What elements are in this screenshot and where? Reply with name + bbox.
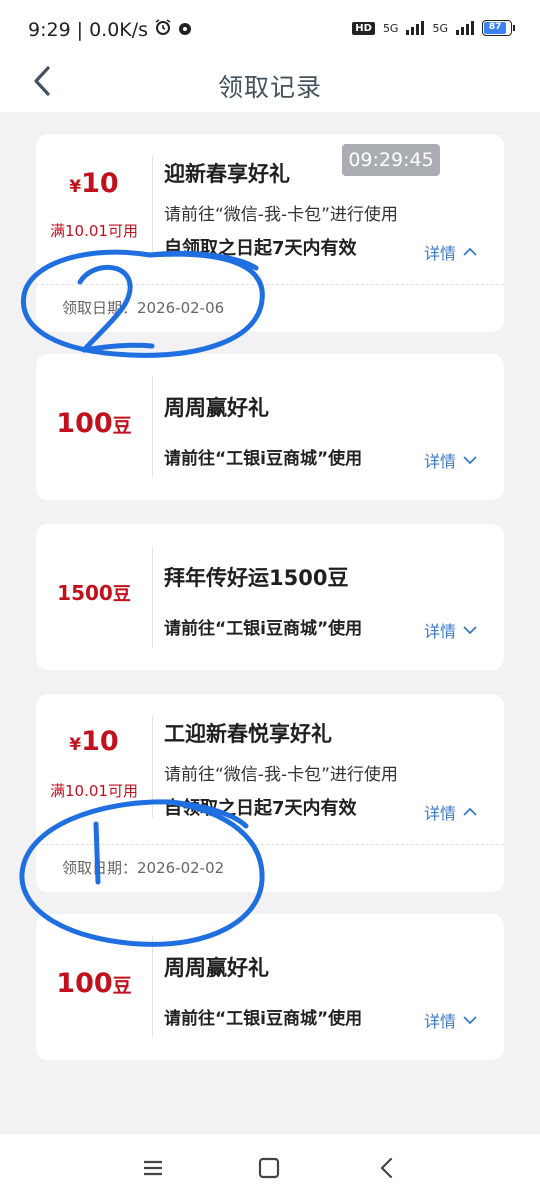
price: 100豆 [36,968,152,999]
card-divider [152,156,153,258]
page-title: 领取记录 [217,73,322,102]
status-net-speed: 0.0K/s [89,18,149,41]
status-time: 9:29 [28,18,71,41]
price-currency: ¥ [69,735,82,755]
detail-label: 详情 [424,452,457,471]
card-title: 工迎新春悦享好礼 [164,722,332,746]
notification-dot-icon [178,19,192,41]
detail-toggle[interactable]: 详情 [424,448,478,472]
status-right: HD 5G 5G 87 [352,20,515,36]
alarm-icon [154,18,172,41]
record-card-main: ¥10 满10.01可用 工迎新春悦享好礼 请前往“微信-我-卡包”进行使用 自… [36,694,504,840]
card-divider [152,376,153,478]
chevron-up-icon [463,247,477,256]
status-bar: 9:29 | 0.0K/s HD 5G 5G 87 [0,0,540,60]
record-list[interactable]: ¥10 满10.01可用 迎新春享好礼 请前往“微信-我-卡包”进行使用 自领取… [0,112,540,1134]
signal-label-1: 5G [382,21,399,35]
chevron-down-icon [463,456,477,465]
status-separator: | [76,18,84,41]
card-right: 迎新春享好礼 请前往“微信-我-卡包”进行使用 自领取之日起7天内有效 详情 [164,134,500,280]
price-unit: 豆 [112,584,131,605]
menu-icon [144,1160,162,1176]
card-validity: 自领取之日起7天内有效 [164,238,357,259]
claim-date: 领取日期：2026-02-06 [62,299,225,317]
price: ¥10 [36,168,152,199]
usage-condition: 满10.01可用 [50,782,138,800]
card-left: 100豆 [36,914,152,1060]
back-triangle-icon [380,1157,393,1179]
card-title: 迎新春享好礼 [164,162,290,186]
card-desc: 请前往“工银i豆商城”使用 [164,619,363,639]
price-unit: 豆 [112,975,132,997]
detail-label: 详情 [424,622,457,641]
chevron-up-icon [463,807,477,816]
price: ¥10 [36,726,152,757]
hd-badge: HD [352,21,375,35]
screenshot-time-badge: 09:29:45 [342,144,440,176]
record-card-main: 100豆 周周赢好礼 请前往“工银i豆商城”使用 详情 [36,914,504,1060]
card-right: 周周赢好礼 请前往“工银i豆商城”使用 详情 [164,354,500,500]
card-divider [152,936,153,1038]
price-amount: 10 [81,726,119,757]
system-back-button[interactable] [372,1154,402,1182]
card-title: 拜年传好运1500豆 [164,566,349,590]
card-right: 拜年传好运1500豆 请前往“工银i豆商城”使用 详情 [164,524,500,670]
price-currency: ¥ [69,177,82,197]
signal-label-2: 5G [432,21,448,35]
card-desc: 请前往“微信-我-卡包”进行使用 [164,205,398,225]
price-amount: 100 [56,408,113,439]
detail-toggle[interactable]: 详情 [424,240,478,264]
claim-date-row: 领取日期：2026-02-06 [36,284,504,332]
card-divider [152,546,153,648]
card-right: 周周赢好礼 请前往“工银i豆商城”使用 详情 [164,914,500,1060]
card-left: 1500豆 [36,524,152,670]
detail-toggle[interactable]: 详情 [424,800,478,824]
header: 领取记录 [0,60,540,112]
battery-level: 87 [484,22,507,34]
record-card[interactable]: 100豆 周周赢好礼 请前往“工银i豆商城”使用 详情 [36,914,504,1060]
detail-toggle[interactable]: 详情 [424,1008,478,1032]
card-left: ¥10 满10.01可用 [36,134,152,280]
chevron-down-icon [463,1016,477,1025]
record-card[interactable]: 100豆 周周赢好礼 请前往“工银i豆商城”使用 详情 [36,354,504,500]
system-nav-bar [0,1134,540,1200]
price: 100豆 [36,408,152,439]
home-button[interactable] [254,1154,284,1182]
card-validity: 自领取之日起7天内有效 [164,798,357,819]
detail-toggle[interactable]: 详情 [424,618,478,642]
card-left: 100豆 [36,354,152,500]
status-left: 9:29 | 0.0K/s [28,18,192,41]
claim-date-row: 领取日期：2026-02-02 [36,844,504,892]
card-desc: 请前往“工银i豆商城”使用 [164,449,363,469]
card-right: 工迎新春悦享好礼 请前往“微信-我-卡包”进行使用 自领取之日起7天内有效 详情 [164,694,500,840]
card-divider [152,716,153,818]
menu-button[interactable] [138,1154,168,1182]
price-unit: 豆 [112,415,132,437]
claim-date: 领取日期：2026-02-02 [62,859,225,877]
card-desc: 请前往“工银i豆商城”使用 [164,1009,363,1029]
detail-label: 详情 [424,1012,457,1031]
chevron-down-icon [463,626,477,635]
detail-label: 详情 [424,244,457,263]
price: 1500豆 [36,580,152,606]
price-amount: 1500 [57,581,113,605]
usage-condition: 满10.01可用 [50,222,138,240]
price-amount: 100 [56,968,113,999]
card-left: ¥10 满10.01可用 [36,694,152,840]
signal-icon-2 [456,21,474,35]
detail-label: 详情 [424,804,457,823]
record-card[interactable]: ¥10 满10.01可用 工迎新春悦享好礼 请前往“微信-我-卡包”进行使用 自… [36,694,504,892]
record-card-main: 1500豆 拜年传好运1500豆 请前往“工银i豆商城”使用 详情 [36,524,504,670]
card-title: 周周赢好礼 [164,396,269,420]
card-title: 周周赢好礼 [164,956,269,980]
home-square-icon [258,1157,280,1179]
battery-icon: 87 [482,20,515,36]
price-amount: 10 [81,168,119,199]
signal-icon [406,21,425,35]
card-desc: 请前往“微信-我-卡包”进行使用 [164,765,398,785]
record-card-main: 100豆 周周赢好礼 请前往“工银i豆商城”使用 详情 [36,354,504,500]
record-card[interactable]: 1500豆 拜年传好运1500豆 请前往“工银i豆商城”使用 详情 [36,524,504,670]
